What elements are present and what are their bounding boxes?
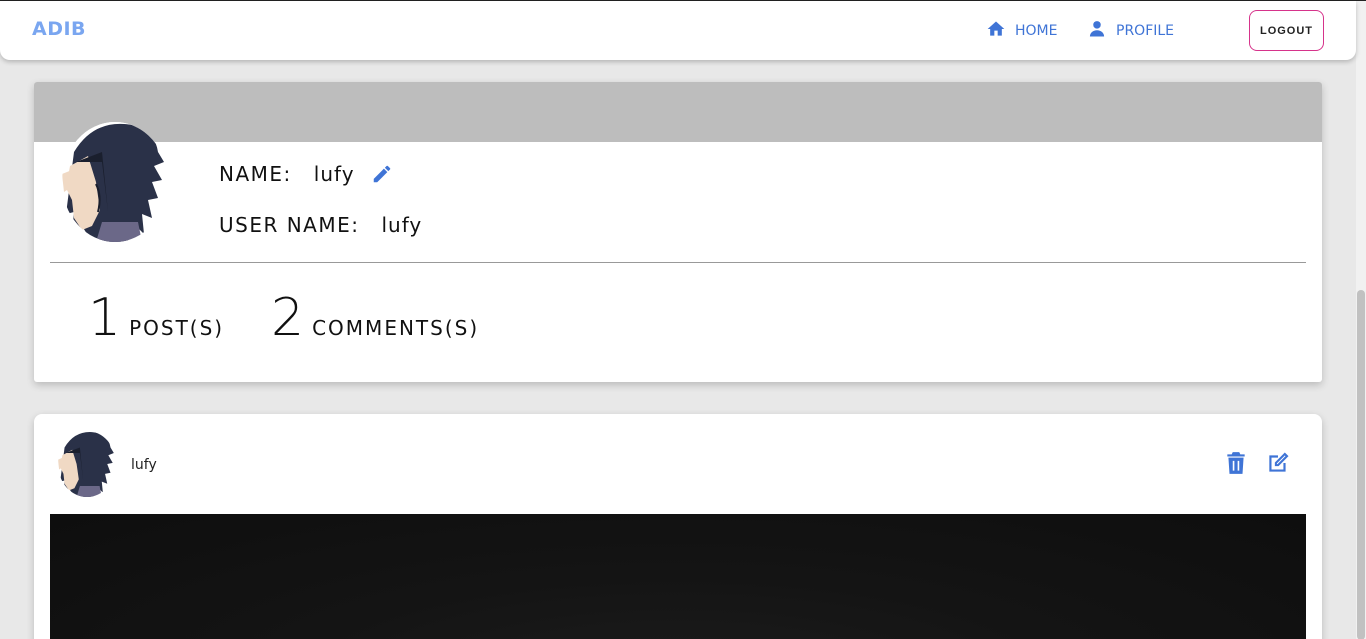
profile-username-row: USER NAME: lufy [219,213,422,237]
name-label: NAME: [219,162,292,186]
scrollbar-thumb[interactable] [1357,290,1365,639]
profile-card: NAME: lufy USER NAME: lufy 1 POST(S) 2 C… [34,82,1322,382]
top-navbar: ADIB HOME PROFILE LOGOUT [0,1,1356,60]
pencil-icon[interactable] [371,163,393,185]
post-image[interactable] [50,514,1306,639]
person-icon [1087,19,1107,43]
comments-count: 2 [271,288,305,348]
post-author-name[interactable]: lufy [131,457,157,473]
username-label: USER NAME: [219,213,360,237]
username-value: lufy [381,213,423,237]
edit-square-icon[interactable] [1265,450,1291,476]
trash-icon[interactable] [1223,450,1249,476]
brand-logo[interactable]: ADIB [32,18,86,40]
nav-profile-link[interactable]: PROFILE [1087,19,1174,43]
profile-divider [50,262,1306,263]
comments-label: COMMENTS(S) [312,316,480,340]
nav-home-label: HOME [1015,23,1058,39]
nav-profile-label: PROFILE [1116,23,1175,39]
post-author-avatar [58,431,116,497]
comments-stat: 2 COMMENTS(S) [271,292,479,344]
profile-cover [34,82,1322,142]
profile-name-row: NAME: lufy [219,162,393,186]
profile-avatar [62,122,168,242]
name-value: lufy [313,162,355,186]
posts-count: 1 [88,288,122,348]
logout-button[interactable]: LOGOUT [1249,10,1324,51]
posts-label: POST(S) [129,316,225,340]
page-scrollbar[interactable] [1356,1,1366,639]
posts-stat: 1 POST(S) [88,292,224,344]
nav-home-link[interactable]: HOME [986,19,1057,43]
post-card: lufy [34,414,1322,639]
home-icon [986,19,1006,43]
